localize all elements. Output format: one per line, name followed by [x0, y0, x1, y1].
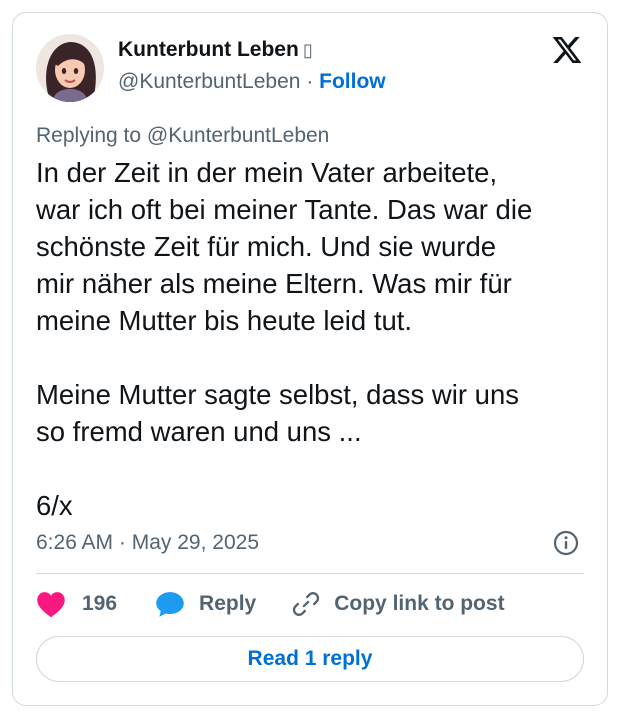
tweet-paragraph: 6/x — [36, 490, 73, 521]
author-name[interactable]: Kunterbunt Leben ▯ — [118, 38, 313, 62]
avatar[interactable] — [36, 34, 104, 102]
x-logo-icon[interactable] — [551, 34, 583, 66]
reply-button[interactable]: Reply — [155, 590, 256, 618]
meta-separator: · — [118, 531, 126, 554]
info-icon[interactable] — [553, 530, 579, 556]
read-replies-button[interactable]: Read 1 reply — [36, 636, 584, 682]
copy-link-label: Copy link to post — [334, 592, 505, 615]
name-badge: ▯ — [302, 40, 313, 60]
copy-link-button[interactable]: Copy link to post — [292, 590, 505, 618]
heart-icon — [37, 592, 65, 618]
author-handle-row: @KunterbuntLeben · Follow — [118, 70, 386, 94]
reply-context[interactable]: Replying to @KunterbuntLeben — [36, 124, 329, 148]
follow-link[interactable]: Follow — [319, 70, 386, 93]
like-count: 196 — [82, 592, 118, 615]
tweet-body: In der Zeit in der mein Vater arbeitete,… — [36, 154, 592, 524]
like-button[interactable]: 196 — [36, 590, 117, 618]
speech-bubble-icon — [156, 592, 184, 617]
divider — [36, 573, 584, 574]
tweet-paragraph: In der Zeit in der mein Vater arbeitete,… — [36, 157, 533, 336]
tweet-paragraph: Meine Mutter sagte selbst, dass wir uns … — [36, 379, 519, 447]
cartoon-woman-avatar-icon — [36, 34, 104, 102]
tweet-date[interactable]: May 29, 2025 — [132, 531, 259, 554]
author-handle[interactable]: @KunterbuntLeben — [118, 70, 300, 93]
reply-label: Reply — [199, 592, 257, 615]
tweet-timestamp[interactable]: 6:26 AM · May 29, 2025 — [36, 531, 259, 555]
link-icon — [293, 592, 320, 616]
author-name-text[interactable]: Kunterbunt Leben — [118, 38, 299, 61]
tweet-time[interactable]: 6:26 AM — [36, 531, 113, 554]
action-bar: 196 Reply Copy link to post — [36, 586, 505, 622]
handle-separator: · — [306, 70, 314, 93]
